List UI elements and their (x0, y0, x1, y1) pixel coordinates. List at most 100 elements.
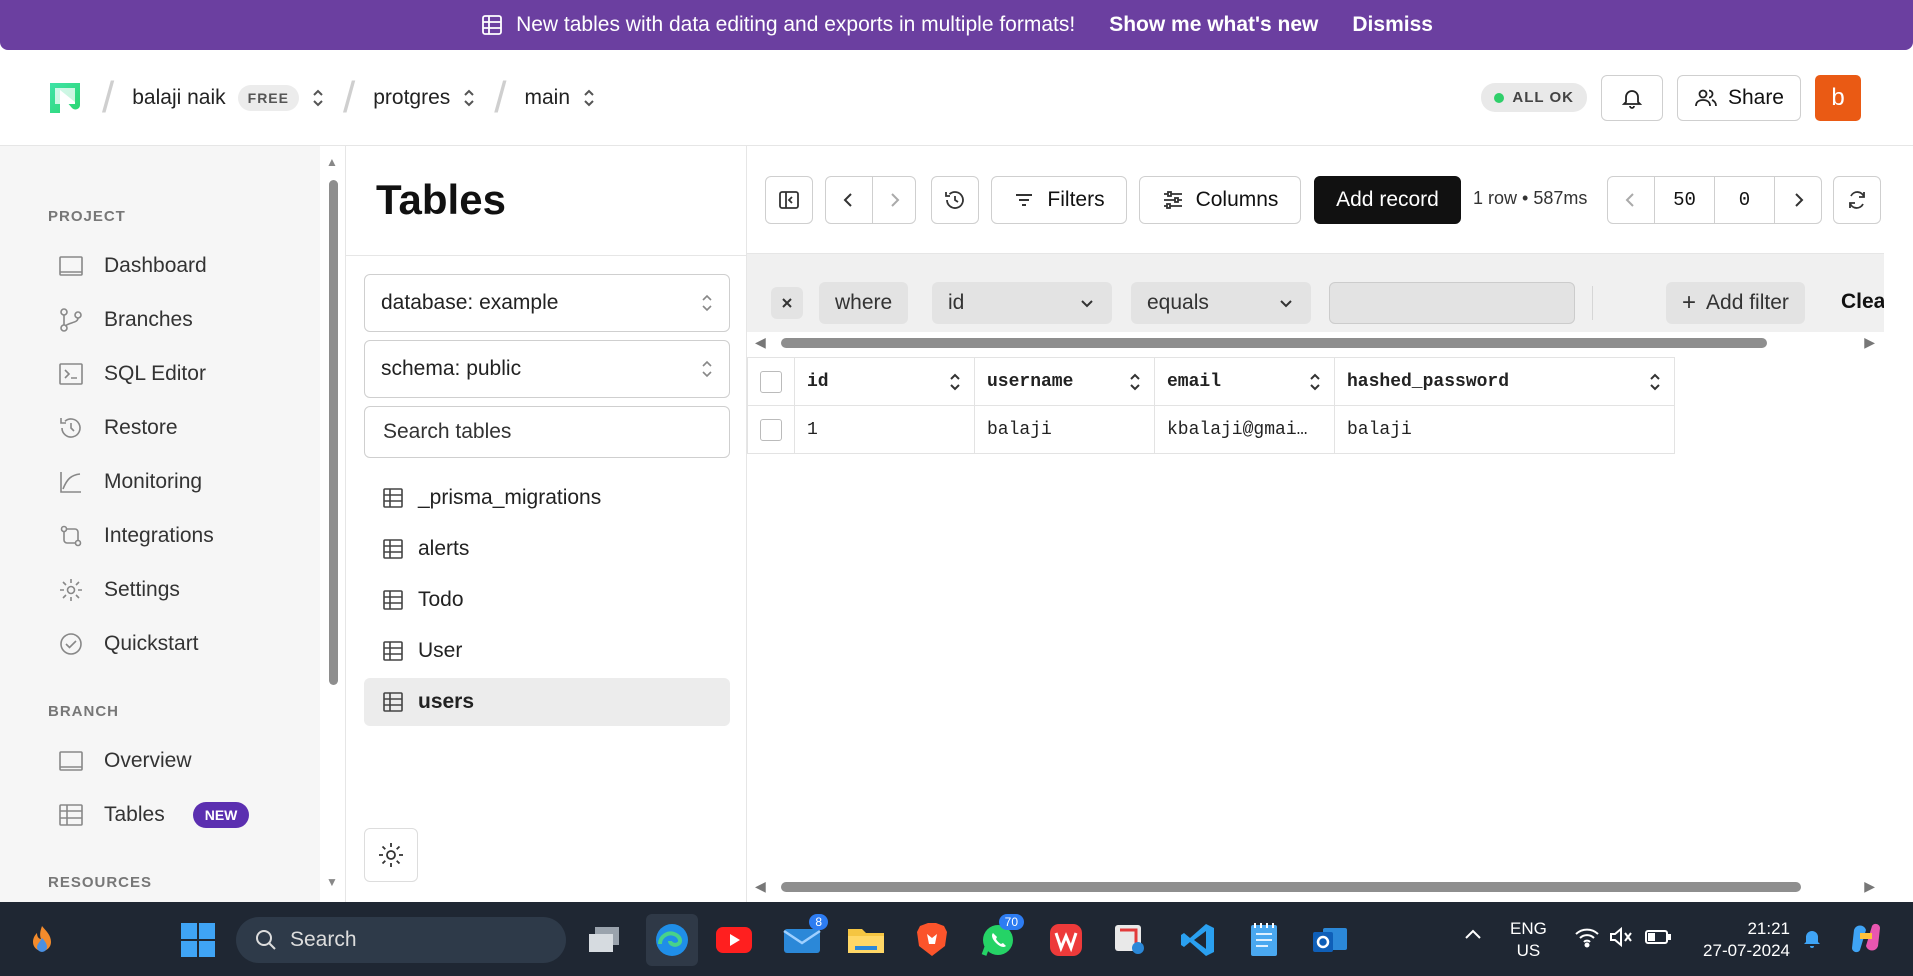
windows-taskbar: Search 8 70 ENG US 21:21 27-07-2024 (0, 902, 1913, 976)
sidebar-item-sql-editor[interactable]: SQL Editor (58, 354, 206, 394)
whatsapp-icon[interactable]: 70 (978, 914, 1024, 960)
sidebar-item-quickstart[interactable]: Quickstart (58, 624, 199, 664)
history-button[interactable] (931, 176, 979, 224)
snipping-tool-icon[interactable] (1110, 920, 1150, 960)
start-icon[interactable] (178, 920, 218, 960)
back-button[interactable] (825, 176, 873, 224)
sidebar-scrollbar[interactable]: ▲ ▼ (326, 155, 338, 895)
show-hidden-icons[interactable] (1462, 924, 1484, 952)
toggle-sidebar-button[interactable] (765, 176, 813, 224)
table-row[interactable]: 1 balaji kbalaji@gmai… balaji (747, 405, 1675, 454)
page-limit-input[interactable]: 50 (1654, 176, 1715, 224)
table-item[interactable]: _prisma_migrations (364, 474, 730, 522)
column-header-hashed-password[interactable]: hashed_password (1334, 357, 1675, 406)
add-record-button[interactable]: Add record (1314, 176, 1461, 224)
scroll-thumb[interactable] (781, 882, 1801, 892)
scroll-right-icon[interactable]: ▶ (1864, 334, 1875, 351)
filters-button[interactable]: Filters (991, 176, 1127, 224)
taskbar-search-label: Search (290, 928, 357, 951)
show-new-link[interactable]: Show me what's new (1109, 13, 1318, 37)
sidebar-item-settings[interactable]: Settings (58, 570, 180, 610)
scroll-left-icon[interactable]: ◀ (755, 334, 766, 351)
battery-icon[interactable] (1644, 926, 1672, 954)
widgets-icon[interactable] (22, 920, 62, 960)
mail-icon[interactable]: 8 (782, 914, 828, 960)
outlook-icon[interactable] (1310, 920, 1350, 960)
search-tables-input[interactable] (364, 406, 730, 458)
user-selector[interactable]: balaji naik FREE (132, 84, 325, 111)
table-icon (383, 539, 403, 559)
column-header-email[interactable]: email (1154, 357, 1335, 406)
table-item[interactable]: alerts (364, 525, 730, 573)
filter-value-input[interactable] (1329, 282, 1575, 324)
cell[interactable]: kbalaji@gmai… (1154, 405, 1335, 454)
wps-office-icon[interactable] (1046, 920, 1086, 960)
column-header-username[interactable]: username (974, 357, 1155, 406)
quickstart-icon (60, 633, 82, 655)
table-item[interactable]: Todo (364, 576, 730, 624)
notifications-button[interactable] (1600, 74, 1663, 121)
columns-button[interactable]: Columns (1139, 176, 1301, 224)
filter-operator-select[interactable]: equals (1131, 282, 1311, 324)
cell[interactable]: balaji (1334, 405, 1675, 454)
next-page-button[interactable] (1774, 176, 1822, 224)
cell[interactable]: 1 (794, 405, 975, 454)
scroll-left-icon[interactable]: ◀ (755, 878, 766, 895)
bottom-horizontal-scrollbar[interactable]: ◀ ▶ (755, 878, 1875, 894)
language-indicator[interactable]: ENG US (1510, 918, 1547, 962)
add-filter-button[interactable]: + Add filter (1666, 282, 1805, 324)
dismiss-link[interactable]: Dismiss (1352, 13, 1433, 37)
table-settings-button[interactable] (364, 828, 418, 882)
youtube-icon[interactable] (714, 920, 754, 960)
task-view-icon[interactable] (584, 920, 624, 960)
vscode-icon[interactable] (1178, 920, 1218, 960)
select-all-checkbox[interactable] (760, 370, 782, 393)
status-badge[interactable]: ALL OK (1481, 83, 1587, 112)
clear-filters-button[interactable]: Clea (1841, 290, 1884, 314)
column-header-id[interactable]: id (794, 357, 975, 406)
select-all-cell (747, 357, 795, 406)
edge-browser-icon[interactable] (646, 914, 698, 966)
row-checkbox[interactable] (760, 418, 782, 441)
schema-select[interactable]: schema: public (364, 340, 730, 398)
scroll-down-icon[interactable]: ▼ (326, 875, 338, 889)
top-horizontal-scrollbar[interactable]: ◀ ▶ (755, 334, 1875, 350)
dashboard-icon (59, 256, 83, 276)
avatar[interactable]: b (1815, 74, 1861, 121)
scroll-thumb[interactable] (781, 338, 1767, 348)
brave-icon[interactable] (912, 920, 952, 960)
wifi-icon[interactable] (1574, 926, 1600, 954)
filter-column-select[interactable]: id (932, 282, 1112, 324)
table-item[interactable]: User (364, 627, 730, 675)
scroll-right-icon[interactable]: ▶ (1864, 878, 1875, 895)
prev-page-button[interactable] (1607, 176, 1655, 224)
notification-bell-icon[interactable] (1800, 926, 1824, 956)
sidebar-item-branches[interactable]: Branches (58, 300, 193, 340)
branch-selector[interactable]: main (525, 86, 597, 110)
project-selector[interactable]: protgres (373, 86, 476, 110)
neon-logo-icon[interactable] (46, 79, 84, 117)
notepad-icon[interactable] (1244, 920, 1284, 960)
sidebar-item-overview[interactable]: Overview (58, 741, 192, 781)
volume-muted-icon[interactable] (1608, 926, 1634, 954)
remove-filter-button[interactable] (771, 287, 803, 319)
forward-button[interactable] (872, 176, 916, 224)
taskbar-search[interactable]: Search (236, 917, 566, 963)
cell[interactable]: balaji (974, 405, 1155, 454)
file-explorer-icon[interactable] (846, 920, 886, 960)
sidebar-item-restore[interactable]: Restore (58, 408, 178, 448)
sidebar-scroll-thumb[interactable] (329, 180, 338, 685)
sidebar-item-tables[interactable]: Tables NEW (58, 795, 250, 835)
sidebar-item-integrations[interactable]: Integrations (58, 516, 214, 556)
share-button[interactable]: Share (1676, 74, 1801, 121)
clock[interactable]: 21:21 27-07-2024 (1692, 918, 1790, 962)
sidebar-item-dashboard[interactable]: Dashboard (58, 246, 207, 286)
table-item-selected[interactable]: users (364, 678, 730, 726)
scroll-up-icon[interactable]: ▲ (326, 155, 338, 169)
database-select[interactable]: database: example (364, 274, 730, 332)
database-value: database: example (381, 291, 559, 314)
sidebar-item-monitoring[interactable]: Monitoring (58, 462, 202, 502)
copilot-icon[interactable] (1848, 920, 1884, 962)
refresh-button[interactable] (1833, 176, 1881, 224)
page-offset-input[interactable]: 0 (1714, 176, 1775, 224)
